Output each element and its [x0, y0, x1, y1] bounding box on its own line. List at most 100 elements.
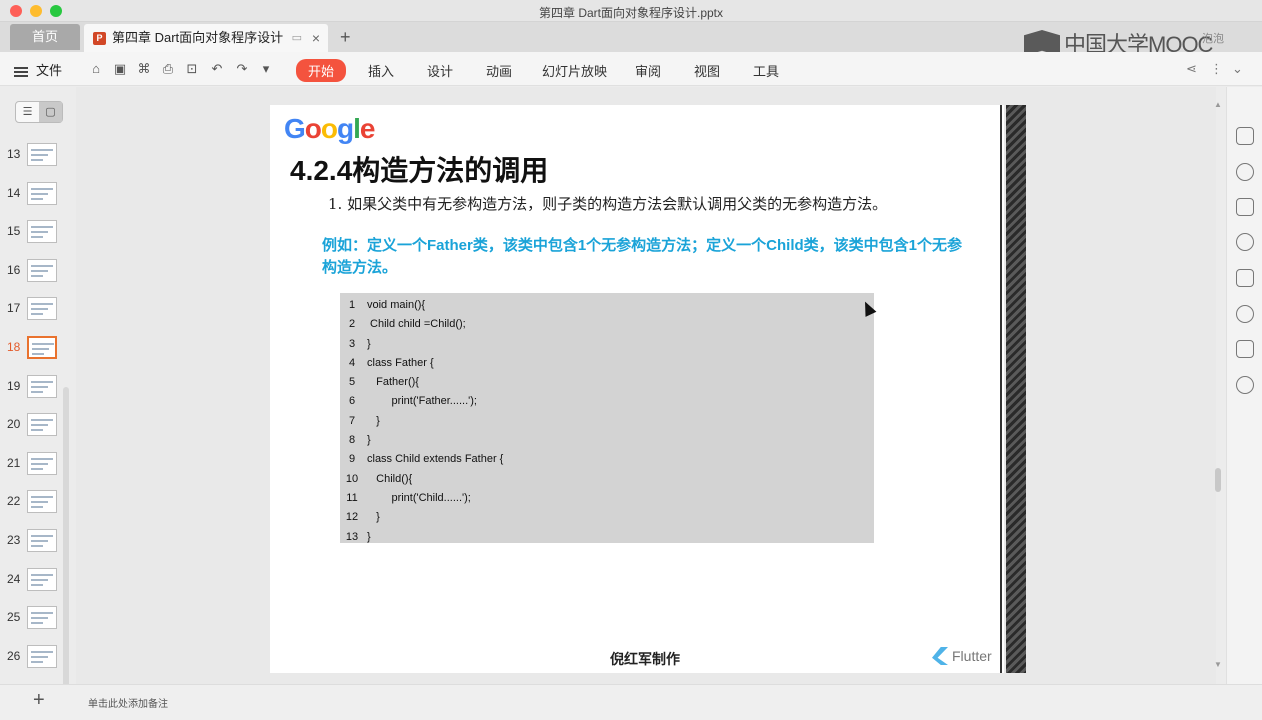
- notes-placeholder[interactable]: 单击此处添加备注: [88, 695, 168, 710]
- slide-title[interactable]: 4.2.4构造方法的调用: [290, 149, 548, 189]
- tab-animation[interactable]: 动画: [486, 61, 512, 80]
- slide-thumbnail-row[interactable]: 17: [0, 297, 76, 325]
- slide-thumbnail-number: 15: [7, 224, 21, 239]
- code-line-number: 3: [348, 337, 356, 350]
- slide-thumbnail[interactable]: [27, 606, 57, 630]
- tab-review[interactable]: 审阅: [635, 61, 661, 80]
- slide-thumbnail-row[interactable]: 16: [0, 258, 76, 287]
- code-line-text: void main(){: [367, 299, 426, 311]
- view-toggle[interactable]: ☰ ▢: [15, 101, 63, 123]
- new-tab-button[interactable]: +: [340, 24, 351, 50]
- code-line: 2 Child child =Child();: [340, 315, 874, 334]
- slide-thumbnail-row[interactable]: 22: [0, 490, 76, 518]
- close-tab-button[interactable]: ×: [312, 24, 320, 52]
- code-line: 13}: [340, 528, 874, 547]
- slide-thumbnail[interactable]: [27, 258, 57, 282]
- slide-thumbnail[interactable]: [27, 220, 57, 244]
- slide-thumbnail-row[interactable]: 19: [0, 374, 76, 403]
- tab-home-ribbon[interactable]: 开始: [296, 59, 347, 82]
- star-icon[interactable]: [1236, 305, 1254, 323]
- slide-thumbnail-number: 21: [7, 455, 21, 470]
- slide-thumbnail-row[interactable]: 14: [0, 181, 76, 210]
- slide-thumbnail-row[interactable]: 23: [0, 529, 76, 557]
- customize-dropdown-icon[interactable]: ▾: [258, 61, 274, 77]
- slide-thumbnail-row[interactable]: 26: [0, 644, 76, 673]
- tab-view[interactable]: 视图: [694, 61, 720, 80]
- slide-thumbnail-row[interactable]: 18: [0, 336, 76, 364]
- animation-icon[interactable]: [1236, 233, 1254, 251]
- canvas-scrollbar[interactable]: ▲ ▼: [1214, 100, 1222, 670]
- print-preview-icon[interactable]: ⊡: [184, 61, 200, 77]
- undo-icon[interactable]: ↶: [209, 61, 225, 77]
- slide-thumbnail-row[interactable]: 20: [0, 413, 76, 441]
- slide-thumbnail-number: 20: [7, 417, 21, 432]
- code-line: 6 print('Father......');: [340, 392, 874, 411]
- right-tool-sidebar: [1226, 87, 1262, 684]
- code-block[interactable]: 1 void main(){2 Child child =Child(); 3} 4 c…: [340, 293, 874, 543]
- slide-thumbnail[interactable]: [27, 143, 57, 166]
- history-icon[interactable]: [1236, 376, 1254, 394]
- slide-thumbnail[interactable]: [27, 297, 57, 321]
- code-line-text: }: [367, 337, 371, 350]
- tab-insert[interactable]: 插入: [368, 61, 394, 80]
- copy-icon[interactable]: [1236, 269, 1254, 287]
- file-menu[interactable]: 文件: [14, 60, 62, 79]
- slide-bullet-point[interactable]: 1. 如果父类中有无参构造方法，则子类的构造方法会默认调用父类的无参构造方法。: [328, 193, 887, 214]
- code-line: 7 }: [340, 412, 874, 431]
- slide-thumbnail[interactable]: [27, 490, 57, 514]
- text-style-icon[interactable]: [1236, 198, 1254, 216]
- slide-thumbnail[interactable]: [27, 644, 57, 668]
- code-line: 3}: [340, 335, 874, 354]
- slide-thumbnail-row[interactable]: 15: [0, 220, 76, 248]
- code-line-text: }: [367, 511, 380, 524]
- canvas-scroll-thumb[interactable]: [1215, 468, 1221, 492]
- tab-document[interactable]: P 第四章 Dart面向对象程序设计 ▭ ×: [84, 24, 328, 52]
- slide-thumbnail-row[interactable]: 21: [0, 451, 76, 480]
- scroll-down-icon[interactable]: ▼: [1214, 660, 1222, 669]
- tab-home[interactable]: 首页: [10, 24, 80, 50]
- shape-icon[interactable]: [1236, 163, 1254, 181]
- slide-canvas: Google 4.2.4构造方法的调用 1. 如果父类中有无参构造方法，则子类的…: [76, 87, 1216, 684]
- code-line-text: Child(){: [367, 472, 413, 485]
- add-slide-button[interactable]: +: [33, 689, 45, 712]
- monitor-icon[interactable]: ▭: [292, 24, 302, 52]
- slide-thumbnail-row[interactable]: 25: [0, 606, 76, 634]
- user-name[interactable]: 泡泡: [1202, 30, 1224, 46]
- more-options-icon[interactable]: ⋮: [1210, 61, 1223, 77]
- outline-view-icon[interactable]: ☰: [16, 102, 39, 122]
- tab-document-label: 第四章 Dart面向对象程序设计: [112, 30, 284, 45]
- slide-side-stripe: [1006, 105, 1026, 673]
- slide-thumbnail[interactable]: [27, 451, 57, 475]
- slide[interactable]: Google 4.2.4构造方法的调用 1. 如果父类中有无参构造方法，则子类的…: [270, 105, 1002, 673]
- tab-design[interactable]: 设计: [427, 61, 453, 80]
- code-line-text: }: [367, 414, 380, 427]
- print-icon[interactable]: ⎙: [160, 61, 176, 77]
- slide-thumbnail-number: 16: [7, 262, 21, 277]
- slide-thumbnail-number: 19: [7, 378, 21, 393]
- slide-example-text[interactable]: 例如：定义一个Father类，该类中包含1个无参构造方法；定义一个Child类，…: [322, 235, 972, 279]
- tab-slideshow[interactable]: 幻灯片放映: [542, 61, 607, 80]
- scroll-up-icon[interactable]: ▲: [1214, 100, 1222, 109]
- code-line-number: 9: [348, 453, 356, 466]
- slide-thumbnail[interactable]: [27, 567, 57, 591]
- slide-thumbnail-row[interactable]: 13: [0, 143, 76, 171]
- share-icon[interactable]: ⋖: [1186, 61, 1197, 77]
- format-painter-icon[interactable]: ⌘: [136, 61, 152, 77]
- thumbnail-view-icon[interactable]: ▢: [39, 102, 62, 122]
- chevron-down-icon[interactable]: ⌄: [1232, 61, 1243, 77]
- save-icon[interactable]: ▣: [112, 61, 128, 77]
- tab-tools[interactable]: 工具: [753, 61, 779, 80]
- slide-thumbnail[interactable]: [27, 413, 57, 437]
- slide-thumbnail[interactable]: [27, 336, 57, 359]
- adjust-settings-icon[interactable]: [1236, 340, 1254, 358]
- open-folder-icon[interactable]: ⌂: [88, 61, 104, 77]
- slide-thumbnail[interactable]: [27, 529, 57, 552]
- slide-edge-border: [1000, 105, 1004, 673]
- slide-thumbnail[interactable]: [27, 181, 57, 205]
- slide-thumbnail-row[interactable]: 24: [0, 567, 76, 596]
- slide-thumbnail[interactable]: [27, 374, 57, 398]
- slide-layout-icon[interactable]: [1236, 127, 1254, 145]
- flutter-logo: Flutter: [932, 647, 992, 665]
- code-line-text: Child child =Child();: [367, 318, 466, 331]
- redo-icon[interactable]: ↷: [234, 61, 250, 77]
